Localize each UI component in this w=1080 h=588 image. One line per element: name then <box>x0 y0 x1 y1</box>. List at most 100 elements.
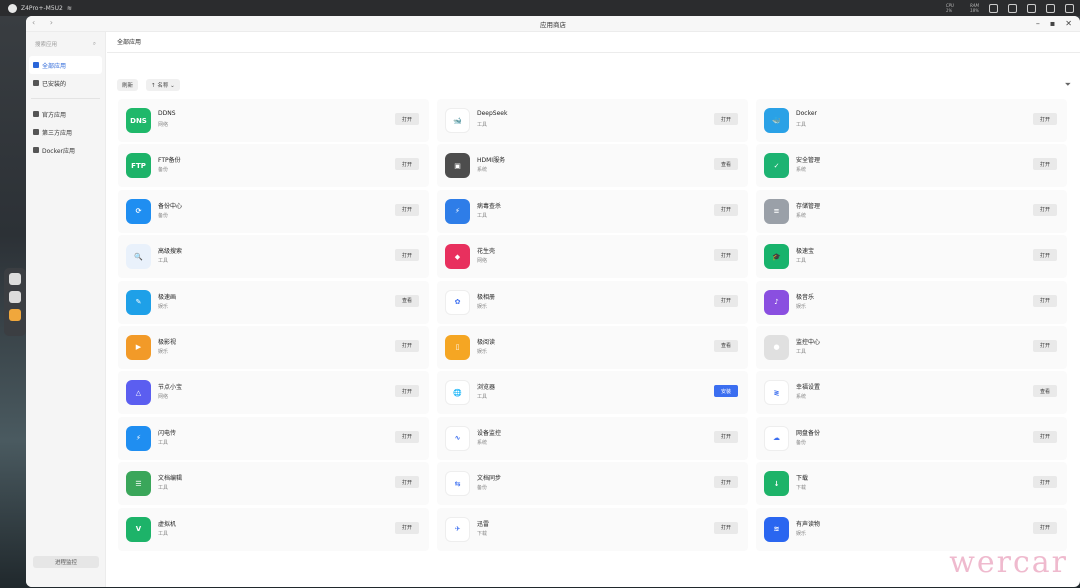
app-card[interactable]: 🐳 Docker 工具 打开 <box>756 99 1067 142</box>
search-input[interactable]: 搜索应用 ⌕ <box>31 38 100 50</box>
dock <box>4 268 26 336</box>
app-card[interactable]: 🌐 浏览器 工具 安装 <box>437 371 748 415</box>
app-card[interactable]: ⚡ 闪电传 工具 打开 <box>118 416 429 460</box>
app-card[interactable]: ● 监控中心 工具 打开 <box>756 325 1067 369</box>
app-action-button[interactable]: 打开 <box>395 476 419 489</box>
app-name: 文档同步 <box>477 475 502 483</box>
app-category: 系统 <box>796 167 807 174</box>
app-card[interactable]: ▯ 极阅读 娱乐 查看 <box>437 325 748 369</box>
app-card[interactable]: ✎ 极速画 娱乐 查看 <box>118 280 429 324</box>
minimize-icon[interactable]: – <box>1036 19 1040 28</box>
app-card[interactable]: ↓ 下载 下载 打开 <box>756 462 1067 506</box>
app-action-button[interactable]: 打开 <box>714 113 738 125</box>
app-store-icon[interactable] <box>9 309 21 321</box>
apps-grid-icon[interactable] <box>9 291 21 303</box>
sort-dropdown[interactable]: ↑ 名称 ⌄ <box>146 79 180 91</box>
app-category: 娱乐 <box>477 348 488 355</box>
app-category: 工具 <box>158 485 169 492</box>
sidebar-item-docker[interactable]: Docker应用 <box>29 141 102 159</box>
mail-icon[interactable] <box>1027 3 1036 13</box>
app-card[interactable]: ▣ HDMI服务 系统 查看 <box>437 144 748 188</box>
sidebar-item-installed[interactable]: 已安装的 <box>29 74 102 92</box>
sidebar-item-third-party[interactable]: 第三方应用 <box>29 123 102 141</box>
app-card[interactable]: ✓ 安全管理 系统 打开 <box>756 144 1067 188</box>
app-store-window: ‹ › 应用商店 – ▪ ✕ 搜索应用 ⌕ 全部应用 已安装的 官方应用 第三方… <box>26 16 1080 587</box>
app-action-button[interactable]: 打开 <box>714 430 738 443</box>
app-action-button[interactable]: 打开 <box>714 521 738 534</box>
app-action-button[interactable]: 打开 <box>1033 249 1057 262</box>
app-action-button[interactable]: 打开 <box>1033 113 1057 125</box>
camera-icon: ● <box>764 334 789 360</box>
app-action-button[interactable]: 查看 <box>395 294 419 307</box>
settings-link[interactable]: 设置 <box>33 586 53 587</box>
app-card[interactable]: ☁ 网盘备份 备份 打开 <box>756 416 1067 460</box>
app-action-button[interactable]: 打开 <box>395 430 419 443</box>
app-action-button[interactable]: 打开 <box>714 476 738 489</box>
app-card[interactable]: 🔍 高级搜索 工具 打开 <box>118 235 429 279</box>
app-name: 极相册 <box>477 293 496 301</box>
process-monitor-button[interactable]: 进程监控 <box>33 556 99 568</box>
page-title: 全部应用 <box>117 39 142 46</box>
app-action-button[interactable]: 打开 <box>1033 203 1057 216</box>
app-category: 下载 <box>477 530 488 537</box>
app-action-button[interactable]: 打开 <box>395 521 419 534</box>
restore-icon[interactable]: ▪ <box>1050 19 1055 28</box>
app-card[interactable]: DNS DDNS 网络 打开 <box>118 99 429 142</box>
app-card[interactable]: ⇆ 文档同步 备份 打开 <box>437 462 748 506</box>
app-action-button[interactable]: 打开 <box>714 249 738 262</box>
app-card[interactable]: ◆ 花生壳 网络 打开 <box>437 235 748 279</box>
ftp-icon: FTP <box>126 153 151 179</box>
app-card[interactable]: V 虚拟机 工具 打开 <box>118 507 429 551</box>
user-icon[interactable] <box>1065 3 1074 13</box>
sidebar-item-all-apps[interactable]: 全部应用 <box>29 56 102 74</box>
device-selector[interactable]: Z4Pro+-M5U2 ≋ <box>8 3 72 13</box>
app-card[interactable]: ✿ 极相册 娱乐 打开 <box>437 280 748 324</box>
app-action-button[interactable]: 打开 <box>395 158 419 171</box>
app-category: 网络 <box>477 258 488 265</box>
app-action-button[interactable]: 打开 <box>395 249 419 262</box>
app-card[interactable]: ∿ 设备监控 系统 打开 <box>437 416 748 460</box>
app-action-button[interactable]: 打开 <box>395 385 419 398</box>
terminal-icon[interactable] <box>1008 3 1017 13</box>
app-category: 娱乐 <box>796 303 807 310</box>
app-card[interactable]: 🎓 极速宝 工具 打开 <box>756 235 1067 279</box>
app-action-button[interactable]: 打开 <box>1033 521 1057 534</box>
app-card[interactable]: ≋ 有声读物 娱乐 打开 <box>756 507 1067 551</box>
app-card[interactable]: △ 节点小宝 网络 打开 <box>118 371 429 415</box>
sync-icon: ⇆ <box>445 471 470 497</box>
app-action-button[interactable]: 打开 <box>1033 158 1057 171</box>
sidebar-item-official[interactable]: 官方应用 <box>29 105 102 123</box>
app-action-button[interactable]: 安装 <box>714 385 738 398</box>
app-card[interactable]: ≡ 存储管理 系统 打开 <box>756 189 1067 233</box>
app-category: 工具 <box>158 530 169 537</box>
app-card[interactable]: ≷ 幸福设置 系统 查看 <box>756 371 1067 415</box>
app-action-button[interactable]: 查看 <box>714 158 738 171</box>
app-category: 娱乐 <box>158 348 169 355</box>
app-card[interactable]: 🐋 DeepSeek 工具 打开 <box>437 99 748 142</box>
app-action-button[interactable]: 打开 <box>1033 339 1057 352</box>
app-card[interactable]: ♪ 极音乐 娱乐 打开 <box>756 280 1067 324</box>
messages-icon[interactable] <box>9 273 21 285</box>
filter-icon[interactable]: ⏷ <box>1065 80 1071 90</box>
nav-arrows[interactable]: ‹ › <box>32 18 59 27</box>
app-card[interactable]: ▶ 极影视 娱乐 打开 <box>118 325 429 369</box>
app-action-button[interactable]: 打开 <box>1033 430 1057 443</box>
app-action-button[interactable]: 打开 <box>395 113 419 125</box>
app-action-button[interactable]: 打开 <box>395 203 419 216</box>
app-action-button[interactable]: 打开 <box>1033 294 1057 307</box>
app-action-button[interactable]: 打开 <box>714 203 738 216</box>
app-action-button[interactable]: 查看 <box>714 339 738 352</box>
gear-icon[interactable] <box>1046 3 1055 13</box>
app-action-button[interactable]: 打开 <box>714 294 738 307</box>
refresh-button[interactable]: 刷新 <box>117 79 139 91</box>
clock-icon[interactable] <box>989 3 998 13</box>
app-card[interactable]: ⟳ 备份中心 备份 打开 <box>118 189 429 233</box>
app-action-button[interactable]: 打开 <box>1033 476 1057 489</box>
app-card[interactable]: ☰ 文档编辑 工具 打开 <box>118 462 429 506</box>
app-action-button[interactable]: 打开 <box>395 339 419 352</box>
app-card[interactable]: FTP FTP备份 备份 打开 <box>118 144 429 188</box>
app-card[interactable]: ✈ 迅雷 下载 打开 <box>437 507 748 551</box>
close-icon[interactable]: ✕ <box>1065 19 1072 28</box>
app-action-button[interactable]: 查看 <box>1033 385 1057 398</box>
app-card[interactable]: ⚡ 病毒查杀 工具 打开 <box>437 189 748 233</box>
